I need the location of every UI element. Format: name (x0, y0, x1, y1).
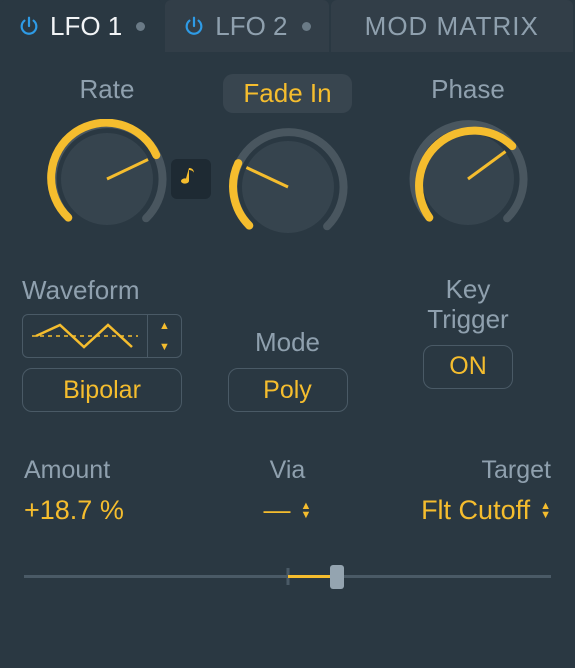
fadein-label: Fade In (223, 74, 351, 113)
via-select[interactable]: — ▲▼ (264, 495, 312, 526)
keytrigger-section: Key Trigger ON (383, 275, 553, 412)
routing-row: Amount +18.7 % Via — ▲▼ Target Flt Cutof… (22, 456, 553, 526)
chevron-up-icon[interactable]: ▲ (148, 315, 181, 336)
phase-section: Phase (383, 74, 553, 239)
via-label: Via (270, 456, 306, 485)
tab-mod-matrix[interactable]: MOD MATRIX (331, 0, 574, 52)
amount-section: Amount +18.7 % (24, 456, 194, 526)
fadein-section: Fade In (203, 74, 373, 247)
keytrigger-button[interactable]: ON (423, 345, 513, 389)
amount-slider-row (22, 562, 553, 592)
updown-icon: ▲▼ (301, 502, 312, 520)
lfo-panel: Rate Fade In (0, 52, 575, 604)
tab-lfo2[interactable]: LFO 2 (165, 0, 328, 52)
updown-icon: ▲▼ (540, 502, 551, 520)
via-value-text: — (264, 495, 291, 526)
waveform-section: Waveform ▲ ▼ Bipolar (22, 275, 192, 412)
mode-section: Mode Poly (203, 275, 373, 412)
mode-label: Mode (255, 327, 320, 358)
phase-label: Phase (431, 74, 505, 105)
keytrigger-label-2: Trigger (427, 304, 508, 334)
rate-section: Rate (22, 74, 192, 239)
polarity-value: Bipolar (63, 376, 141, 405)
slider-thumb[interactable] (330, 565, 344, 589)
params-row: Waveform ▲ ▼ Bipolar Mode Po (22, 275, 553, 412)
chevron-down-icon[interactable]: ▼ (148, 336, 181, 357)
tab-mod-label: MOD MATRIX (365, 11, 539, 42)
amount-value[interactable]: +18.7 % (24, 495, 124, 526)
rate-label: Rate (80, 74, 135, 105)
rate-knob[interactable] (47, 119, 167, 239)
tab-bar: LFO 1 LFO 2 MOD MATRIX (0, 0, 575, 52)
target-select[interactable]: Flt Cutoff ▲▼ (421, 495, 551, 526)
target-section: Target Flt Cutoff ▲▼ (381, 456, 551, 526)
mode-button[interactable]: Poly (228, 368, 348, 412)
power-icon[interactable] (183, 15, 205, 37)
tab-indicator-dot (136, 22, 145, 31)
mode-value: Poly (263, 376, 312, 405)
target-value-text: Flt Cutoff (421, 495, 530, 526)
phase-knob[interactable] (408, 119, 528, 239)
fadein-knob[interactable] (228, 127, 348, 247)
tab-indicator-dot (302, 22, 311, 31)
waveform-stepper[interactable]: ▲ ▼ (147, 315, 181, 357)
knob-row: Rate Fade In (22, 74, 553, 247)
music-note-icon (181, 165, 201, 194)
polarity-button[interactable]: Bipolar (22, 368, 182, 412)
waveform-label: Waveform (22, 275, 140, 306)
tempo-sync-button[interactable] (171, 159, 211, 199)
amount-value-text: +18.7 % (24, 495, 124, 526)
via-section: Via — ▲▼ (203, 456, 373, 526)
amount-slider[interactable] (24, 562, 551, 592)
tab-lfo1-label: LFO 1 (50, 11, 122, 42)
keytrigger-value: ON (449, 352, 487, 381)
tab-lfo1[interactable]: LFO 1 (0, 0, 163, 52)
tab-lfo2-label: LFO 2 (215, 11, 287, 42)
power-icon[interactable] (18, 15, 40, 37)
target-label: Target (482, 456, 551, 485)
waveform-select[interactable]: ▲ ▼ (22, 314, 182, 358)
keytrigger-label-1: Key (446, 274, 491, 304)
waveform-preview-icon (23, 315, 147, 357)
amount-label: Amount (24, 456, 110, 485)
